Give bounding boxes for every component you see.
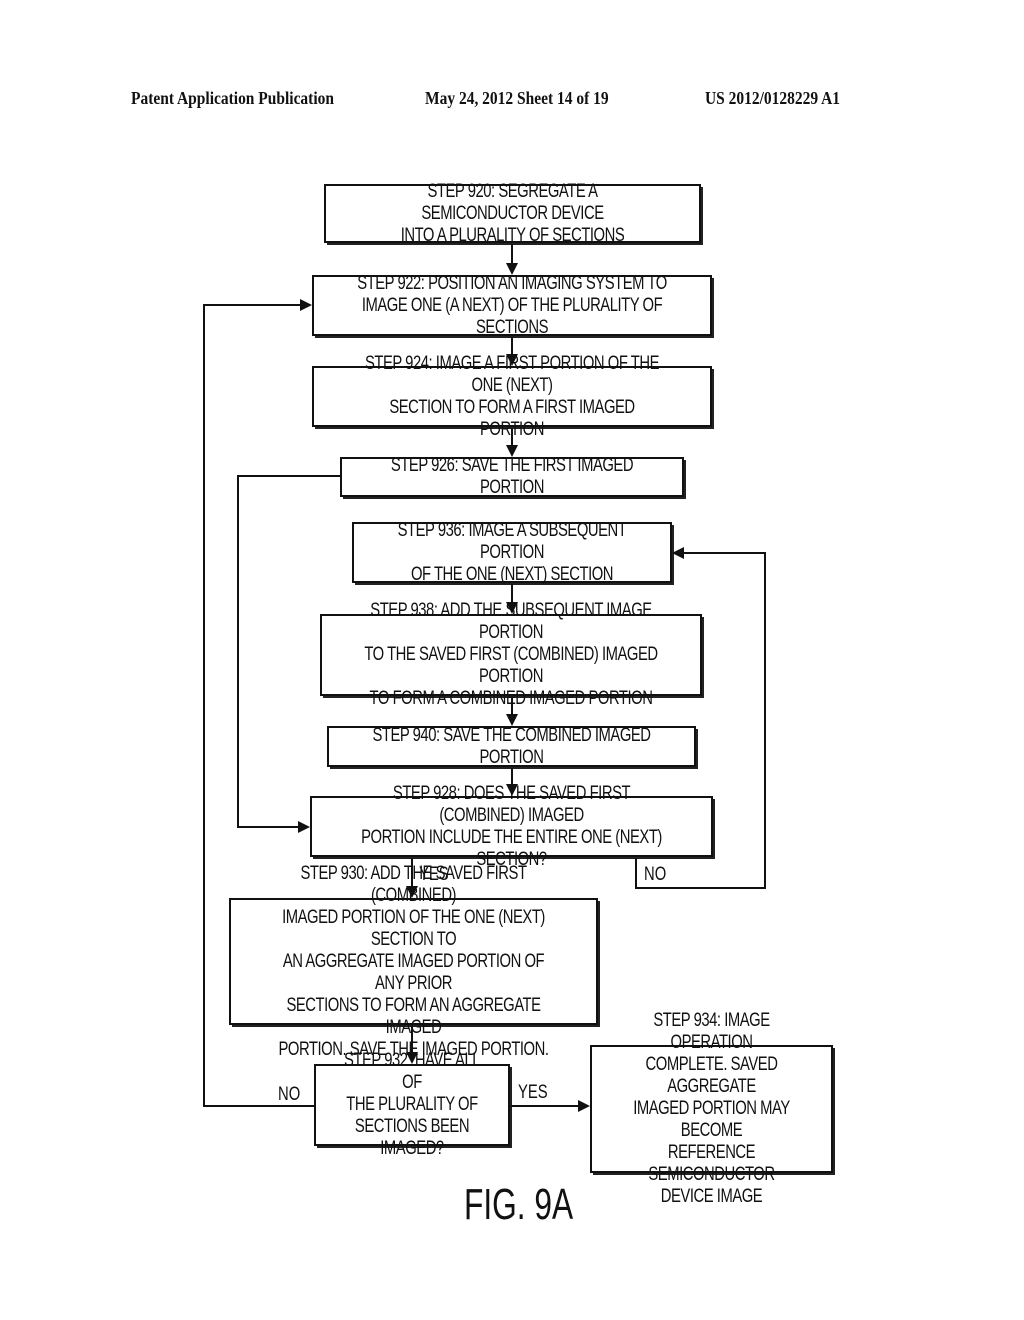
label-yes-932: YES bbox=[518, 1082, 548, 1103]
step-934-text: STEP 934: IMAGE OPERATION COMPLETE. SAVE… bbox=[633, 1010, 790, 1207]
label-no-932: NO bbox=[278, 1084, 301, 1105]
step-938-text: STEP 938: ADD THE SUBSEQUENT IMAGE PORTI… bbox=[364, 600, 658, 709]
step-932-text: STEP 932: HAVE ALL OF THE PLURALITY OF S… bbox=[343, 1050, 481, 1159]
step-940-text: STEP 940: SAVE THE COMBINED IMAGED PORTI… bbox=[372, 724, 651, 768]
step-928-text: STEP 928: DOES THE SAVED FIRST (COMBINED… bbox=[361, 782, 662, 870]
step-922-text: STEP 922: POSITION AN IMAGING SYSTEM TO … bbox=[357, 272, 667, 338]
step-920-text: STEP 920: SEGREGATE A SEMICONDUCTOR DEVI… bbox=[400, 180, 625, 246]
label-yes-928: YES bbox=[419, 864, 449, 885]
label-no-928: NO bbox=[644, 864, 667, 885]
step-924-text: STEP 924: IMAGE A FIRST PORTION OF THE O… bbox=[364, 352, 660, 440]
step-930-text: STEP 930: ADD THE SAVED FIRST (COMBINED)… bbox=[278, 862, 549, 1060]
figure-label: FIG. 9A bbox=[464, 1180, 574, 1229]
step-936-text: STEP 936: IMAGE A SUBSEQUENT PORTION OF … bbox=[397, 519, 627, 585]
step-926-text: STEP 926: SAVE THE FIRST IMAGED PORTION bbox=[390, 455, 634, 498]
